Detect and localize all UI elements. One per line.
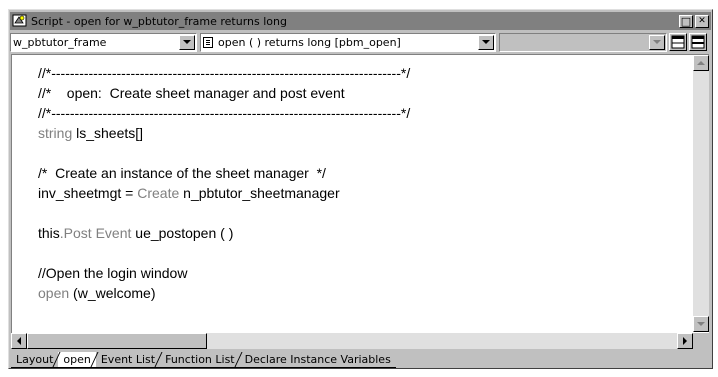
code-keyword: string — [38, 125, 77, 141]
code-keyword: open — [38, 285, 74, 301]
code-text: /* Create an instance of the sheet manag… — [38, 165, 326, 181]
script-icon — [12, 14, 28, 28]
script-code[interactable]: //*-------------------------------------… — [38, 63, 410, 303]
code-line[interactable]: this.Post Event ue_postopen ( ) — [38, 223, 410, 243]
code-line[interactable]: //*-------------------------------------… — [38, 103, 410, 123]
split-horizontal-button[interactable] — [689, 33, 707, 51]
tab-declare-instance-variables[interactable]: Declare Instance Variables — [239, 352, 396, 368]
maximize-button[interactable]: □ — [679, 14, 693, 28]
title-bar[interactable]: Script - open for w_pbtutor_frame return… — [10, 12, 711, 30]
ancestor-select[interactable] — [499, 32, 667, 52]
scroll-up-button[interactable] — [693, 55, 709, 71]
event-icon — [203, 36, 213, 48]
code-text: inv_sheetmgt = — [38, 185, 138, 201]
code-text: //* open: Create sheet manager and post … — [38, 85, 345, 101]
code-editor[interactable]: //*-------------------------------------… — [11, 54, 709, 333]
code-line[interactable]: //* open: Create sheet manager and post … — [38, 83, 410, 103]
tab-function-list[interactable]: Function List — [160, 352, 240, 368]
code-text: n_pbtutor_sheetmanager — [183, 185, 340, 201]
code-text: //*-------------------------------------… — [38, 105, 411, 121]
scroll-thumb[interactable] — [27, 333, 207, 349]
code-text: ls_sheets[] — [76, 125, 144, 141]
code-line[interactable]: string ls_sheets[] — [38, 123, 410, 143]
object-select-value: w_pbtutor_frame — [13, 35, 107, 49]
script-toolbar: w_pbtutor_frame open ( ) returns long [p… — [10, 31, 711, 53]
chevron-down-icon[interactable] — [649, 34, 665, 50]
code-text: //*-------------------------------------… — [38, 65, 411, 81]
split-view-icon — [671, 35, 685, 49]
code-text: (w_welcome) — [73, 285, 156, 301]
scroll-right-button[interactable] — [677, 333, 693, 349]
arrow-down-icon — [697, 322, 705, 326]
chevron-down-icon[interactable] — [179, 34, 195, 50]
code-line[interactable] — [38, 243, 410, 263]
scroll-down-button[interactable] — [693, 316, 709, 332]
code-line[interactable]: open (w_welcome) — [38, 283, 410, 303]
close-icon: ✕ — [698, 15, 706, 26]
event-select[interactable]: open ( ) returns long [pbm_open] — [200, 32, 496, 52]
code-line[interactable] — [38, 143, 410, 163]
code-text: //Open the login window — [38, 265, 188, 281]
tab-layout[interactable]: Layout — [11, 352, 59, 368]
split-view-button[interactable] — [669, 33, 687, 51]
arrow-right-icon — [683, 337, 687, 345]
code-line[interactable]: //*-------------------------------------… — [38, 63, 410, 83]
arrow-up-icon — [697, 61, 705, 65]
code-keyword: Create — [137, 185, 184, 201]
code-keyword: .Post Event — [59, 225, 136, 241]
tab-event-list[interactable]: Event List — [95, 352, 161, 368]
code-line[interactable] — [38, 203, 410, 223]
chevron-down-icon[interactable] — [478, 34, 494, 50]
horizontal-scrollbar[interactable] — [11, 333, 693, 349]
close-button[interactable]: ✕ — [695, 14, 709, 28]
maximize-icon: □ — [680, 14, 692, 28]
code-line[interactable]: /* Create an instance of the sheet manag… — [38, 163, 410, 183]
scroll-left-button[interactable] — [11, 333, 27, 349]
window-title: Script - open for w_pbtutor_frame return… — [31, 14, 287, 28]
split-horizontal-icon — [691, 35, 705, 49]
code-line[interactable]: //Open the login window — [38, 263, 410, 283]
tab-strip: Layout open Event List Function List Declare… — [11, 350, 710, 368]
event-select-value: open ( ) returns long [pbm_open] — [218, 35, 401, 49]
vertical-scrollbar[interactable] — [693, 55, 709, 332]
code-text: this — [38, 225, 60, 241]
script-window: Script - open for w_pbtutor_frame return… — [8, 9, 713, 369]
arrow-left-icon — [17, 337, 21, 345]
code-line[interactable]: inv_sheetmgt = Create n_pbtutor_sheetman… — [38, 183, 410, 203]
object-select[interactable]: w_pbtutor_frame — [10, 32, 197, 52]
code-text: ue_postopen ( ) — [135, 225, 234, 241]
